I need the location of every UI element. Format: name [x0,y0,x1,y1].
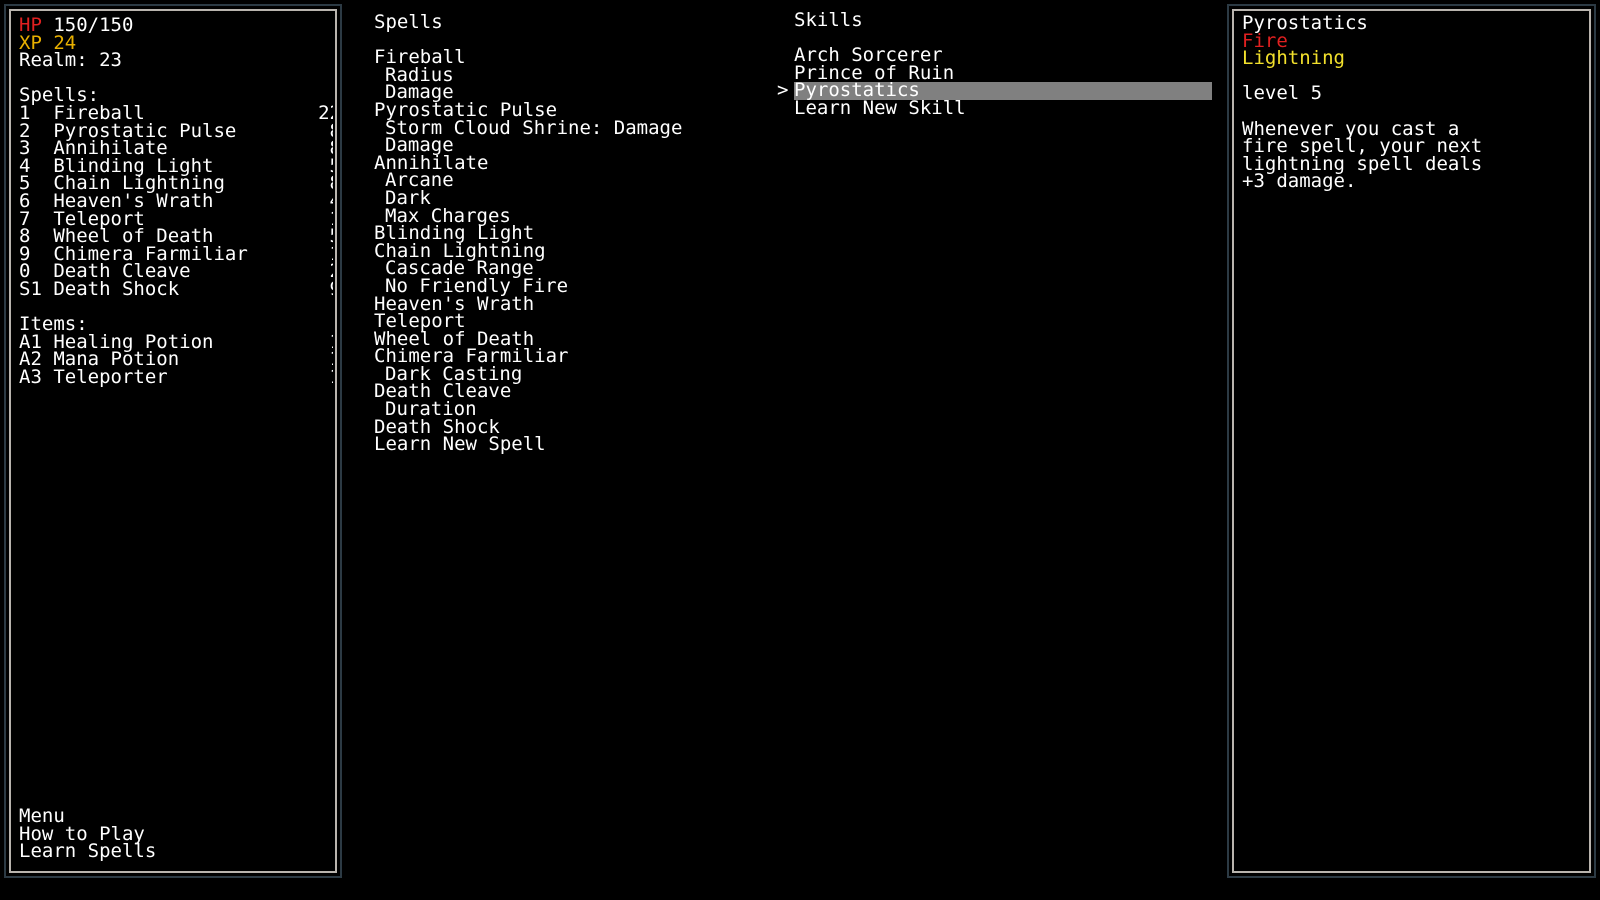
detail-panel: Pyrostatics Fire Lightning level 5 Whene… [1227,4,1596,878]
status-item-gap [42,366,53,388]
skill-entry[interactable]: Learn New Skill [794,96,1212,119]
status-spell-gap [42,278,53,300]
status-spell-list: 1 Fireball222 Pyrostatic Pulse83 Annihil… [19,103,333,300]
status-menu: Menu How to Play Learn Spells [19,807,156,861]
detail-level: level 5 [1242,82,1323,105]
realm-row: Realm: 23 [19,49,122,72]
skills-column-header: Skills [794,9,863,31]
status-spell-count: 9 [330,280,333,299]
detail-description-line: +3 damage. [1242,170,1357,193]
skills-column: Skills Arch Sorcerer Prince of Ruin > Pyros… [777,9,1212,119]
spells-column-header: Spells [374,11,443,33]
status-panel: HP 150/150 XP 24 Realm: 23 Spells: 1 Fir… [4,4,342,878]
detail-panel-body: Pyrostatics Fire Lightning level 5 Whene… [1236,13,1587,869]
status-menu-item[interactable]: Learn Spells [19,842,156,861]
status-spell-key: S1 [19,277,42,300]
spells-column: Spells Fireball Radius Damage Pyrostatic Pu… [374,11,682,454]
detail-description: Whenever you cast a fire spell, your next… [1242,119,1482,193]
status-item-count: 1 [330,368,333,387]
detail-content: Pyrostatics Fire Lightning level 5 Whene… [1242,14,1482,193]
status-stats: HP 150/150 XP 24 Realm: 23 Spells: 1 Fir… [19,16,333,388]
status-item-row[interactable]: A3 Teleporter 1 [19,365,333,388]
status-spell-row[interactable]: S1 Death Shock 9 [19,277,333,300]
skill-entry-label: Learn New Skill [794,96,966,119]
selection-cursor-icon: > [777,79,789,102]
spell-entry[interactable]: Learn New Spell [374,435,682,454]
game-screen: HP 150/150 XP 24 Realm: 23 Spells: 1 Fir… [0,0,1600,900]
status-item-list: A1 Healing Potion1A2 Mana Potion1A3 Tele… [19,332,333,388]
skills-entry-list: Arch Sorcerer Prince of Ruin > Pyrostatics L… [777,46,1212,119]
status-item-name: Teleporter [53,365,168,388]
spells-entry-list: Fireball Radius Damage Pyrostatic Pulse Stor… [374,48,682,454]
detail-tag-lightning: Lightning [1242,47,1345,70]
status-panel-body: HP 150/150 XP 24 Realm: 23 Spells: 1 Fir… [13,13,333,869]
status-spell-name: Death Shock [53,277,180,300]
status-item-key: A3 [19,365,42,388]
